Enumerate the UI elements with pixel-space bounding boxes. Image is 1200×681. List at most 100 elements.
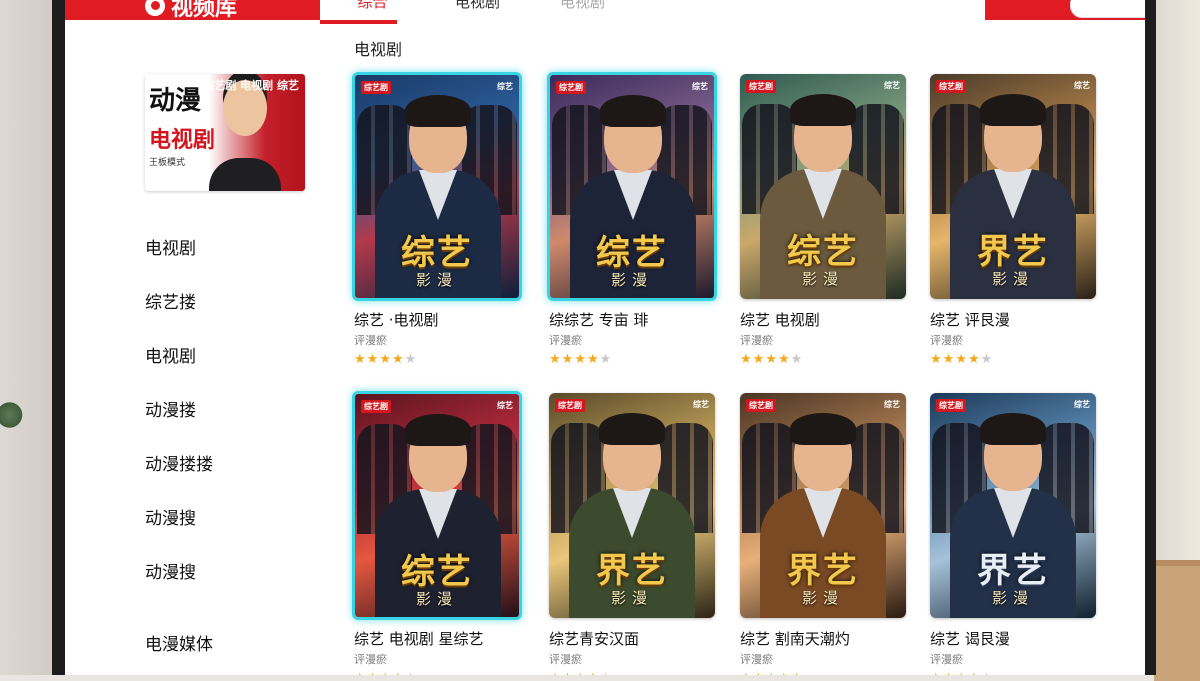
poster-channel-badge: 综艺剧 (746, 80, 776, 93)
star-icon: ★ (574, 352, 587, 367)
star-icon: ★ (930, 352, 943, 367)
star-icon: ★ (379, 352, 392, 367)
shelf-decoration (1154, 560, 1200, 681)
poster-title: 界艺 (977, 232, 1049, 272)
star-icon: ★ (753, 671, 766, 675)
app-logo[interactable]: 视频库 (145, 0, 237, 22)
star-icon: ★ (379, 671, 392, 675)
sidebar-item-7[interactable]: 动漫搜 (145, 558, 196, 583)
star-icon: ★ (980, 352, 994, 367)
card-title[interactable]: 综艺 割南天潮灼 (740, 628, 906, 649)
promo-title: 动漫 (149, 86, 202, 116)
card-title[interactable]: 综艺 ·电视剧 (354, 309, 520, 330)
star-icon: ★ (574, 671, 587, 675)
settings-icon[interactable]: ⚙ (1112, 0, 1125, 10)
sidebar-item-3[interactable]: 电视剧 (145, 342, 196, 367)
card-title[interactable]: 综艺 电视剧 星综艺 (354, 628, 520, 649)
card-title[interactable]: 综艺青安汉面 (549, 628, 715, 649)
content-card[interactable]: 综艺剧 综艺 综艺 影漫 综艺 ·电视剧 评漫瘀 ★★★★★ (352, 72, 522, 367)
poster-image[interactable]: 综艺剧 综艺 界艺 影漫 (740, 393, 906, 618)
star-icon: ★ (354, 352, 367, 367)
tab-tv-series-secondary[interactable]: 电视剧 (530, 0, 635, 11)
content-card[interactable]: 综艺剧 综艺 综艺 影漫 综艺 电视剧 星综艺 评漫瘀 ★★★★★ (352, 391, 522, 675)
promo-banner[interactable]: 动漫 电视剧 王板模式 综艺剧 电视剧 综艺 (145, 74, 305, 191)
poster-subtitle: 影漫 (801, 270, 844, 288)
poster-hero-hair (980, 413, 1046, 445)
room-wall-left (0, 0, 58, 675)
card-title[interactable]: 综综艺 专亩 琲 (549, 309, 715, 330)
star-icon: ★ (392, 671, 405, 675)
poster-subtitle: 影漫 (610, 589, 653, 607)
poster-hero-hair (405, 95, 471, 127)
tab-tv-series[interactable]: 电视剧 (425, 0, 530, 11)
poster-channel-badge: 综艺剧 (361, 400, 391, 413)
star-icon: ★ (366, 352, 380, 367)
tv-screen: 视频库 综合 电视剧 电视剧 ◔ ⚙ 动漫 电视剧 王板模式 综艺剧 电视剧 综… (65, 0, 1145, 675)
plant-decoration (0, 400, 24, 430)
rating-stars: ★★★★★ (930, 671, 1096, 675)
card-subtitle: 评漫瘀 (740, 653, 773, 666)
sidebar-item-1[interactable]: 电视剧 (145, 234, 196, 259)
tab-featured[interactable]: 综合 (320, 0, 425, 24)
poster-subtitle: 影漫 (610, 271, 653, 289)
sidebar-item-6[interactable]: 动漫搜 (145, 504, 196, 529)
sidebar-item-2[interactable]: 综艺搂 (145, 288, 196, 313)
poster-image[interactable]: 综艺剧 综艺 综艺 影漫 (352, 391, 522, 620)
poster-image[interactable]: 综艺剧 综艺 界艺 影漫 (930, 393, 1096, 618)
poster-hero-hair (405, 414, 471, 446)
card-title[interactable]: 综艺 谒艮漫 (930, 628, 1096, 649)
star-icon: ★ (391, 352, 405, 367)
poster-corner-badge: 综艺 (1074, 400, 1090, 409)
user-icon[interactable]: ◔ (1078, 0, 1090, 10)
star-icon: ★ (405, 671, 418, 675)
poster-image[interactable]: 综艺剧 综艺 界艺 影漫 (930, 74, 1096, 299)
star-icon: ★ (752, 352, 766, 367)
content-card[interactable]: 综艺剧 综艺 界艺 影漫 综艺 割南天潮灼 评漫瘀 ★★★★★ (740, 393, 906, 675)
sidebar-item-5[interactable]: 动漫搂搂 (145, 450, 213, 475)
content-card[interactable]: 综艺剧 综艺 综艺 影漫 综艺 电视剧 评漫瘀 ★★★★★ (740, 74, 906, 367)
promo-person-body (209, 158, 281, 191)
sidebar-item-4[interactable]: 动漫搂 (145, 396, 196, 421)
poster-image[interactable]: 综艺剧 综艺 综艺 影漫 (547, 72, 717, 301)
star-icon: ★ (778, 671, 791, 675)
poster-subtitle: 影漫 (991, 589, 1034, 607)
poster-subtitle: 影漫 (991, 270, 1034, 288)
poster-channel-badge: 综艺剧 (746, 399, 776, 412)
promo-subtitle: 电视剧 (149, 128, 216, 153)
star-icon: ★ (930, 671, 943, 675)
star-icon: ★ (740, 671, 753, 675)
content-card[interactable]: 综艺剧 综艺 界艺 影漫 综艺 谒艮漫 评漫瘀 ★★★★★ (930, 393, 1096, 675)
top-bar: 视频库 综合 电视剧 电视剧 ◔ ⚙ (65, 0, 1145, 24)
poster-title: 综艺 (596, 233, 668, 273)
rating-stars: ★★★★★ (354, 352, 520, 367)
poster-corner-badge: 综艺 (497, 82, 513, 91)
star-icon: ★ (967, 352, 981, 367)
star-icon: ★ (791, 671, 804, 675)
card-title[interactable]: 综艺 电视剧 (740, 309, 906, 330)
content-card[interactable]: 综艺剧 综艺 综艺 影漫 综综艺 专亩 琲 评漫瘀 ★★★★★ (547, 72, 717, 367)
poster-image[interactable]: 综艺剧 综艺 界艺 影漫 (549, 393, 715, 618)
poster-corner-badge: 综艺 (693, 400, 709, 409)
section-title: 电视剧 (354, 40, 403, 59)
card-subtitle: 评漫瘀 (549, 653, 582, 666)
poster-image[interactable]: 综艺剧 综艺 综艺 影漫 (740, 74, 906, 299)
poster-title: 综艺 (787, 232, 859, 272)
content-card[interactable]: 综艺剧 综艺 界艺 影漫 综艺青安汉面 评漫瘀 ★★★★★ (549, 393, 715, 675)
poster-title: 界艺 (977, 551, 1049, 591)
card-title[interactable]: 综艺 评艮漫 (930, 309, 1096, 330)
poster-image[interactable]: 综艺剧 综艺 综艺 影漫 (352, 72, 522, 301)
star-icon: ★ (600, 671, 613, 675)
card-subtitle: 评漫瘀 (354, 653, 387, 666)
star-icon: ★ (562, 671, 575, 675)
card-subtitle: 评漫瘀 (549, 334, 582, 347)
content-card[interactable]: 综艺剧 综艺 界艺 影漫 综艺 评艮漫 评漫瘀 ★★★★★ (930, 74, 1096, 367)
star-icon: ★ (561, 352, 575, 367)
top-icons: ◔ ⚙ (1078, 0, 1125, 10)
poster-corner-badge: 综艺 (1074, 81, 1090, 90)
promo-caption: 王板模式 (149, 158, 186, 168)
poster-title: 界艺 (787, 551, 859, 591)
sidebar-item-8[interactable]: 电漫媒体 (145, 630, 213, 655)
rating-stars: ★★★★★ (740, 671, 906, 675)
star-icon: ★ (981, 671, 994, 675)
poster-subtitle: 影漫 (415, 271, 458, 289)
